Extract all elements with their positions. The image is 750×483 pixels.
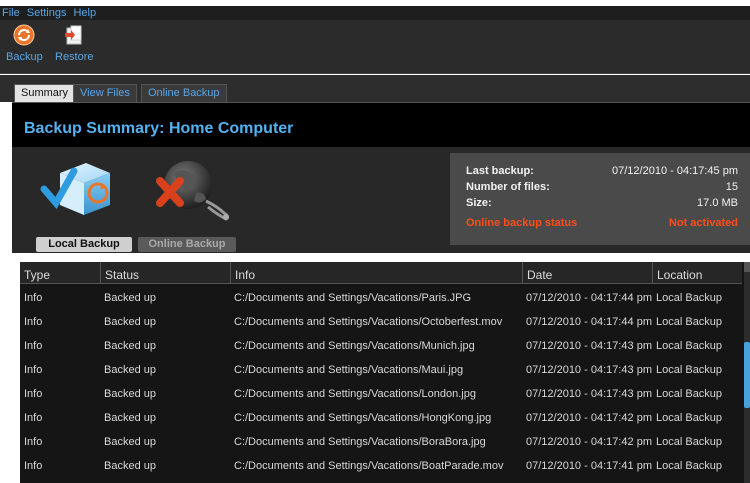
table-row[interactable]: Info Backed up C:/Documents and Settings/V… [20,430,742,454]
cell-info: C:/Documents and Settings/Vacations/Muni… [234,340,475,352]
menu-bar: File Settings Help [0,6,750,20]
cell-type: Info [24,316,43,328]
summary-header: Backup Summary: Home Computer [12,102,750,147]
online-backup-card[interactable]: Online Backup [138,151,240,252]
restore-icon [65,25,82,45]
cell-date: 07/12/2010 - 04:17:42 pm [526,436,652,448]
restore-button[interactable]: Restore [55,24,94,63]
cell-status: Backed up [104,316,156,328]
app-window: File Settings Help Backup Restore Summar… [0,0,750,483]
cell-type: Info [24,412,43,424]
last-backup-value: 07/12/2010 - 04:17:45 pm [612,165,738,177]
not-activated-link[interactable]: Not activated [669,217,738,229]
cell-location: Local Backup [656,412,723,424]
cell-date: 07/12/2010 - 04:17:42 pm [526,412,652,424]
number-of-files-value: 15 [725,181,738,193]
tab-strip: Summary View Files Online Backup [0,75,750,102]
backup-button[interactable]: Backup [6,24,43,63]
number-of-files-label: Number of files: [466,181,550,193]
cell-location: Local Backup [656,388,723,400]
local-backup-button[interactable]: Local Backup [36,237,132,252]
cell-type: Info [24,364,43,376]
cell-location: Local Backup [656,460,723,472]
cell-info: C:/Documents and Settings/Vacations/Pari… [234,292,472,304]
cell-type: Info [24,340,43,352]
table-row[interactable]: Info Backed up C:/Documents and Settings/V… [20,406,742,430]
local-backup-cube-icon [40,163,110,215]
column-header-status[interactable]: Status [100,262,230,284]
backup-button-label: Backup [6,51,43,63]
cell-date: 07/12/2010 - 04:17:41 pm [526,460,652,472]
table-row[interactable]: Info Backed up C:/Documents and Settings/V… [20,310,742,334]
cell-type: Info [24,460,43,472]
column-header-date[interactable]: Date [522,262,652,284]
size-value: 17.0 MB [697,197,738,209]
local-backup-card[interactable]: Local Backup [36,151,136,252]
cell-status: Backed up [104,412,156,424]
cell-info: C:/Documents and Settings/Vacations/Boat… [234,460,504,472]
cell-date: 07/12/2010 - 04:17:44 pm [526,292,652,304]
tab-summary[interactable]: Summary [14,84,76,102]
cell-date: 07/12/2010 - 04:17:43 pm [526,340,652,352]
menu-file[interactable]: File [0,7,25,19]
menu-settings[interactable]: Settings [25,7,72,19]
restore-button-label: Restore [55,51,94,63]
backup-status-box: Last backup: 07/12/2010 - 04:17:45 pm Nu… [450,153,750,245]
column-header-info[interactable]: Info [230,262,522,284]
tab-online-backup[interactable]: Online Backup [141,84,227,102]
table-header: Type Status Info Date Location [20,262,742,284]
cell-info: C:/Documents and Settings/Vacations/Octo… [234,316,503,328]
cell-status: Backed up [104,292,156,304]
cell-location: Local Backup [656,436,723,448]
cell-status: Backed up [104,460,156,472]
toolbar: Backup Restore [0,20,750,74]
cell-type: Info [24,292,43,304]
cell-info: C:/Documents and Settings/Vacations/Hong… [234,412,492,424]
cell-date: 07/12/2010 - 04:17:43 pm [526,364,652,376]
menu-help[interactable]: Help [71,7,101,19]
table-row[interactable]: Info Backed up C:/Documents and Settings/V… [20,286,742,310]
table-row[interactable]: Info Backed up C:/Documents and Settings/V… [20,358,742,382]
cell-location: Local Backup [656,316,723,328]
cell-location: Local Backup [656,340,723,352]
scroll-up-arrow[interactable] [744,262,750,272]
cell-status: Backed up [104,388,156,400]
column-header-type[interactable]: Type [20,262,100,284]
online-backup-globe-icon [156,161,230,221]
cell-type: Info [24,436,43,448]
size-label: Size: [466,197,492,209]
table-scrollbar[interactable] [744,262,750,483]
table-row[interactable]: Info Backed up C:/Documents and Settings/V… [20,454,742,478]
cell-location: Local Backup [656,292,723,304]
cell-info: C:/Documents and Settings/Vacations/Bora… [234,436,486,448]
scroll-thumb[interactable] [744,342,750,408]
last-backup-label: Last backup: [466,165,534,177]
cell-info: C:/Documents and Settings/Vacations/Maui… [234,364,464,376]
page-title: Backup Summary: Home Computer [24,120,294,137]
tab-view-files[interactable]: View Files [73,84,137,102]
cell-location: Local Backup [656,364,723,376]
table-row[interactable]: Info Backed up C:/Documents and Settings/V… [20,382,742,406]
cell-date: 07/12/2010 - 04:17:43 pm [526,388,652,400]
online-backup-status-link[interactable]: Online backup status [466,217,577,229]
backup-icon [13,24,35,46]
column-header-location[interactable]: Location [652,262,742,284]
cell-type: Info [24,388,43,400]
table-row[interactable]: Info Backed up C:/Documents and Settings/V… [20,334,742,358]
cell-status: Backed up [104,364,156,376]
summary-panel: Local Backup Online Backup Last backup: [12,147,750,253]
backup-log-table: Type Status Info Date Location Info Backe… [20,262,750,483]
online-backup-button[interactable]: Online Backup [138,237,236,252]
cell-status: Backed up [104,436,156,448]
cell-date: 07/12/2010 - 04:17:44 pm [526,316,652,328]
cell-info: C:/Documents and Settings/Vacations/Lond… [234,388,476,400]
cell-status: Backed up [104,340,156,352]
